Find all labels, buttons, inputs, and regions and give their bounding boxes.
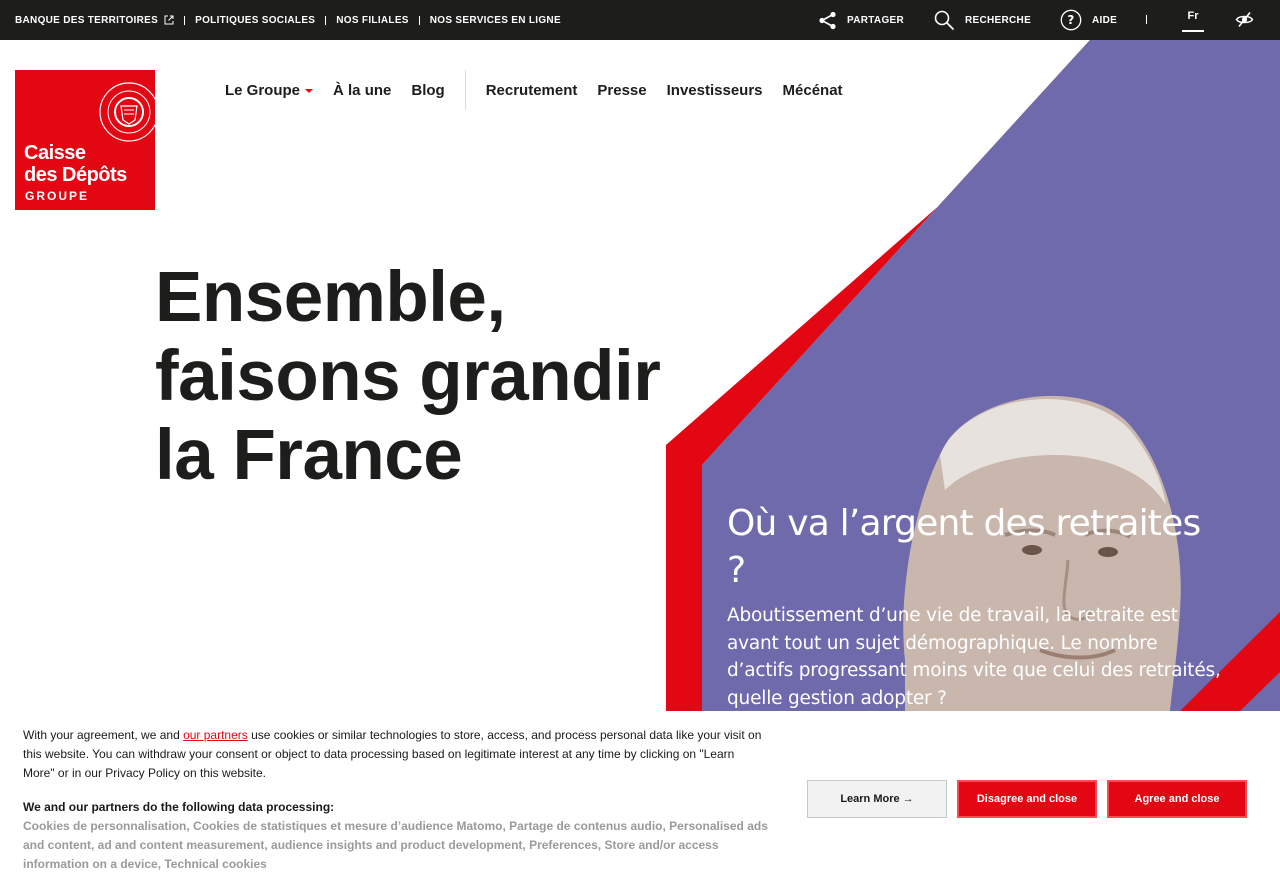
disagree-and-close-button[interactable]: Disagree and close: [957, 780, 1097, 818]
nav-item-blog[interactable]: Blog: [411, 82, 444, 99]
agree-and-close-button[interactable]: Agree and close: [1107, 780, 1247, 818]
nav-item-label: Le Groupe: [225, 81, 301, 99]
nav-divider: [464, 70, 466, 110]
seal-icon: [99, 82, 159, 142]
nav-item-presse[interactable]: Presse: [597, 82, 646, 99]
hero-line-1: Ensemble,: [155, 258, 506, 337]
nav-item-recrutement[interactable]: Recrutement: [486, 82, 578, 99]
feature-title[interactable]: Où va l’argent des retraites ?: [727, 500, 1227, 594]
processing-heading: We and our partners do the following dat…: [23, 800, 335, 814]
nav-item-investisseurs[interactable]: Investisseurs: [667, 82, 763, 99]
nav-item-mecenat[interactable]: Mécénat: [783, 82, 843, 99]
learn-more-button[interactable]: Learn More →: [807, 780, 947, 818]
hero-line-3: la France: [155, 416, 463, 495]
nav-item-le-groupe[interactable]: Le Groupe: [225, 81, 314, 99]
cookie-text: With your agreement, we and our partners…: [23, 726, 768, 874]
logo-line-2: des Dépôts: [24, 164, 127, 186]
processing-list: Cookies de personnalisation, Cookies de …: [23, 819, 768, 871]
feature-description: Aboutissement d’une vie de travail, la r…: [727, 605, 1221, 709]
cookie-intro: With your agreement, we and our partners…: [23, 726, 768, 783]
nav-item-a-la-une[interactable]: À la une: [333, 82, 391, 99]
hero-title: Ensemble, faisons grandir la France: [155, 258, 715, 495]
main-nav: Le Groupe À la une Blog Recrutement Pres…: [225, 70, 843, 110]
logo-line-1: Caisse: [24, 142, 86, 164]
logo[interactable]: Caisse des Dépôts GROUPE: [15, 70, 159, 210]
logo-line-3: GROUPE: [25, 189, 90, 203]
feature-card[interactable]: Où va l’argent des retraites ? Aboutisse…: [727, 500, 1227, 712]
hero-line-2: faisons grandir: [155, 337, 661, 416]
cookie-banner: With your agreement, we and our partners…: [0, 711, 1280, 887]
cookie-intro-before: With your agreement, we and: [23, 728, 184, 742]
our-partners-link[interactable]: our partners: [183, 728, 248, 742]
caret-down-icon: [305, 89, 314, 93]
